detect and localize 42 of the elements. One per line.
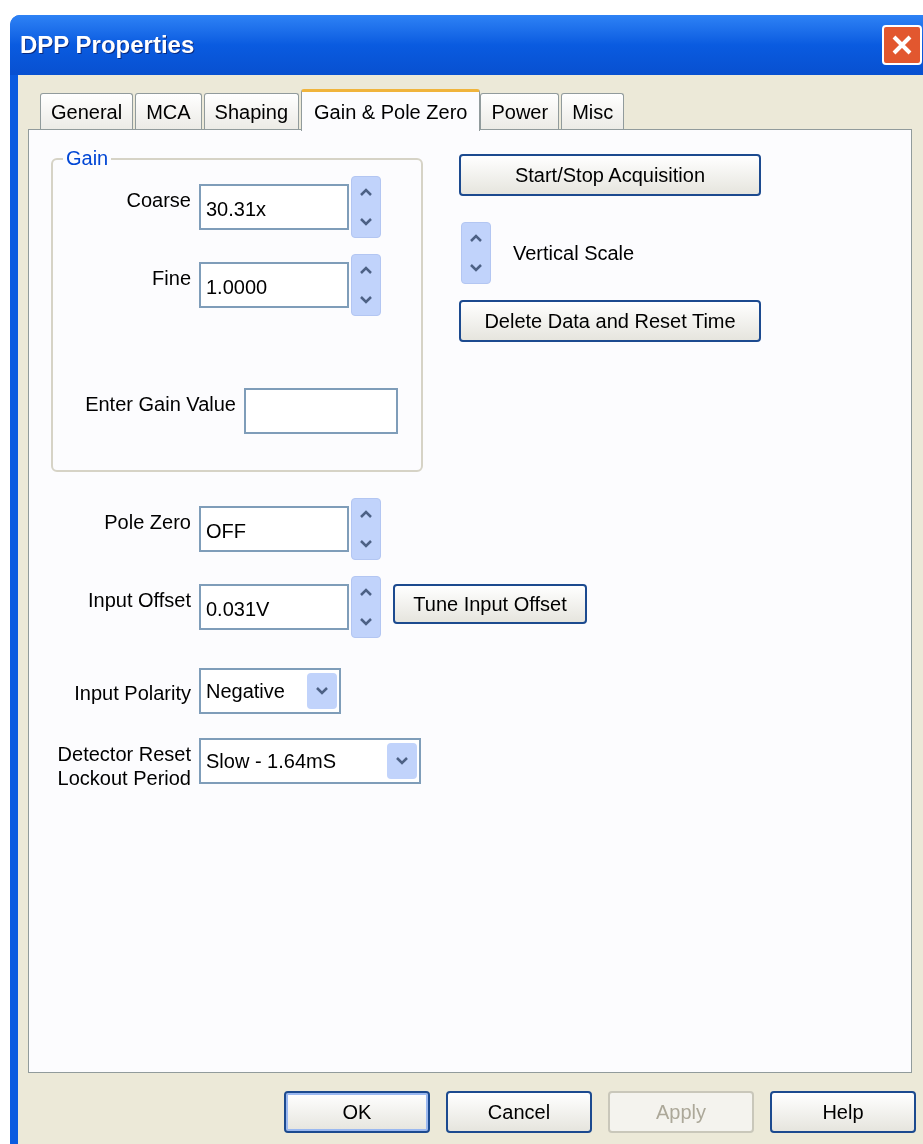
vertical-scale-label: Vertical Scale <box>513 241 635 266</box>
chevron-up-icon <box>360 188 372 196</box>
chevron-down-icon <box>396 757 408 765</box>
close-button[interactable] <box>882 25 922 65</box>
text-field[interactable]: OFF <box>199 506 349 552</box>
text-field[interactable]: 0.031V <box>199 584 349 630</box>
text-field[interactable]: 30.31x <box>199 184 349 230</box>
tune-input-offset-button[interactable]: Tune Input Offset <box>393 584 587 624</box>
close-icon <box>891 34 913 56</box>
field-label: Coarse <box>125 188 192 212</box>
chevron-up-icon <box>470 234 482 242</box>
chevron-down-icon <box>360 618 372 626</box>
tab[interactable]: Misc <box>561 93 625 129</box>
field-label: Enter Gain Value <box>84 392 237 416</box>
tab[interactable]: General <box>40 93 134 129</box>
chevron-up-icon <box>360 588 372 596</box>
field-label: Input Polarity <box>73 681 192 705</box>
chevron-down-icon <box>360 296 372 304</box>
tab[interactable]: Shaping <box>203 93 299 129</box>
tab[interactable]: MCA <box>135 93 202 129</box>
text-field[interactable]: 1.0000 <box>199 262 349 308</box>
field-label: Input Offset <box>86 588 192 612</box>
tab[interactable]: Gain & Pole Zero <box>301 89 481 131</box>
chevron-down-icon <box>470 264 482 272</box>
field-label: Fine <box>151 266 192 290</box>
delete-data-button[interactable]: Delete Data and Reset Time <box>459 300 761 342</box>
tab[interactable]: Power <box>480 93 560 129</box>
chevron-down-icon <box>360 218 372 226</box>
chevron-down-icon <box>316 687 328 695</box>
field-label: Pole Zero <box>103 510 192 534</box>
text-field[interactable] <box>244 388 398 434</box>
window-title: DPP Properties <box>20 30 195 60</box>
dialog-button[interactable]: Help <box>770 1091 916 1133</box>
dialog-button[interactable]: Cancel <box>446 1091 592 1133</box>
dropdown[interactable]: Slow - 1.64mS <box>199 738 421 784</box>
dropdown[interactable]: Negative <box>199 668 341 714</box>
chevron-down-icon <box>360 540 372 548</box>
chevron-up-icon <box>360 266 372 274</box>
field-label: Detector Reset Lockout Period <box>56 742 192 790</box>
chevron-up-icon <box>360 510 372 518</box>
dialog-button[interactable]: OK <box>284 1091 430 1133</box>
start-stop-acquisition-button[interactable]: Start/Stop Acquisition <box>459 154 761 196</box>
